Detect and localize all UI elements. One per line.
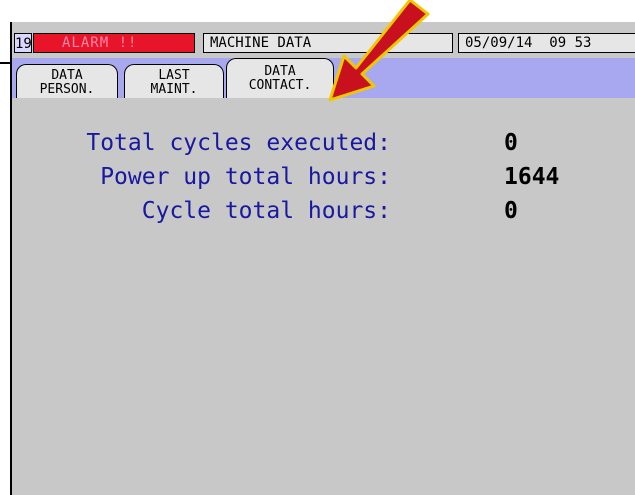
tab-label-line1: LAST xyxy=(158,68,190,83)
machine-data-panel: Total cycles executed: 0 Power up total … xyxy=(12,98,635,495)
cnc-screen: 19 ALARM !! MACHINE DATA 05/09/14 09 53 … xyxy=(10,22,635,495)
data-label: Cycle total hours: xyxy=(141,198,391,224)
tab-last-maint[interactable]: LAST MAINT. xyxy=(124,64,224,98)
data-row-cycle-hours: Cycle total hours: 0 xyxy=(12,196,635,226)
data-value: 1644 xyxy=(504,164,560,190)
tab-data-person[interactable]: DATA PERSON. xyxy=(16,64,118,98)
alarm-number: 19 xyxy=(14,33,32,53)
data-label: Total cycles executed: xyxy=(86,130,391,156)
data-label: Power up total hours: xyxy=(100,164,391,190)
screen-title: MACHINE DATA xyxy=(203,33,453,53)
data-row-power-up-hours: Power up total hours: 1644 xyxy=(12,162,635,192)
data-value: 0 xyxy=(504,198,518,224)
tab-strip: DATA PERSON. LAST MAINT. DATA CONTACT. xyxy=(12,58,635,98)
data-value: 0 xyxy=(504,130,518,156)
tab-label-line1: DATA xyxy=(51,68,83,83)
date-time: 05/09/14 09 53 xyxy=(458,33,635,53)
alarm-indicator[interactable]: ALARM !! xyxy=(33,33,195,53)
tab-data-contact[interactable]: DATA CONTACT. xyxy=(226,58,334,98)
tab-label-line2: MAINT. xyxy=(150,82,198,97)
tab-label-line1: DATA xyxy=(264,64,296,79)
tab-label-line2: PERSON. xyxy=(39,82,95,97)
tab-label-line2: CONTACT. xyxy=(248,78,312,93)
status-bar: 19 ALARM !! MACHINE DATA 05/09/14 09 53 xyxy=(12,30,635,58)
data-row-total-cycles: Total cycles executed: 0 xyxy=(12,128,635,158)
